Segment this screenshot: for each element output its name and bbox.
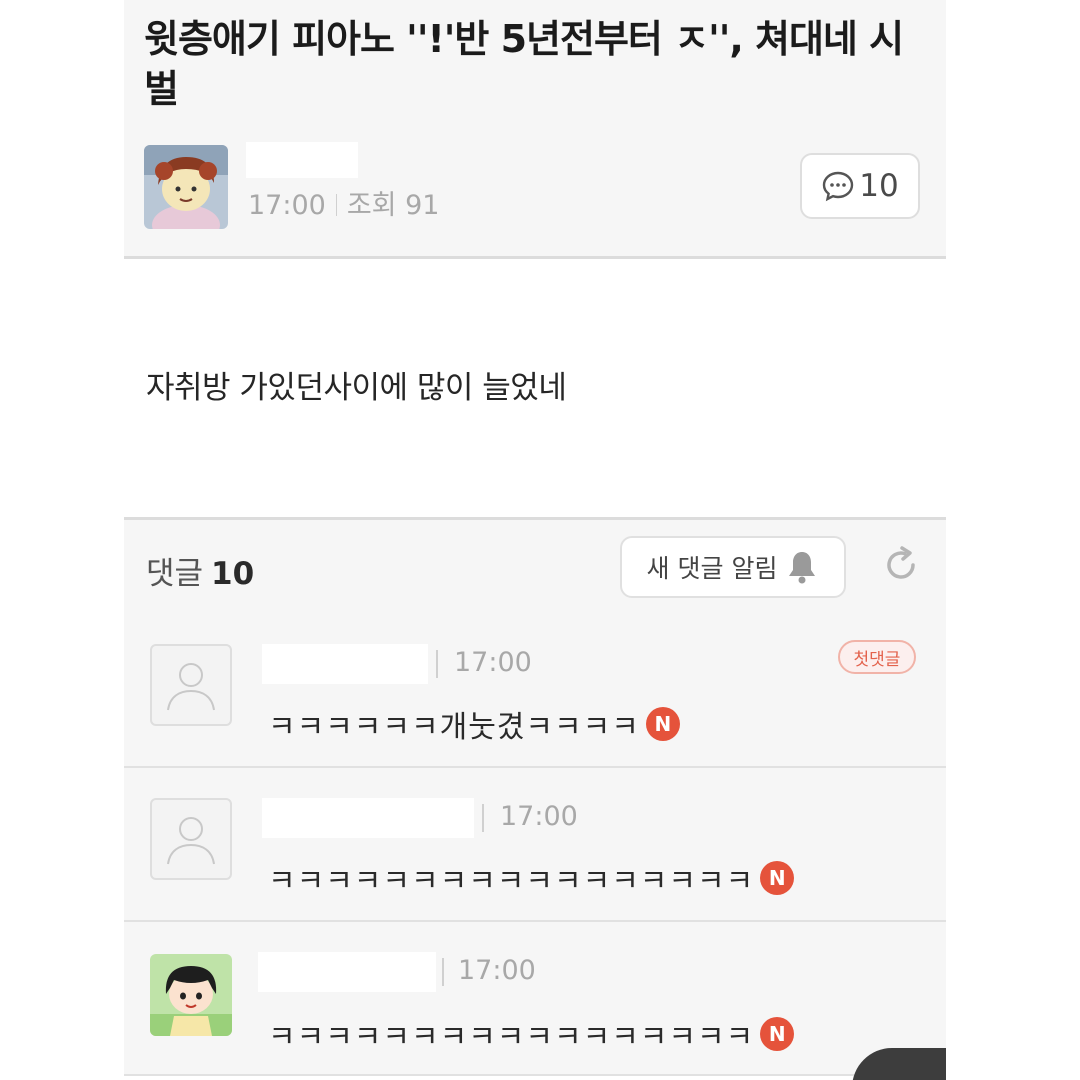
author-name-redacted (246, 142, 358, 178)
default-profile-icon[interactable] (150, 798, 232, 880)
meta-divider (335, 194, 337, 216)
comment-text: ㅋㅋㅋㅋㅋㅋㅋㅋㅋㅋㅋㅋㅋㅋㅋㅋㅋ N (268, 856, 795, 900)
post-time: 17:00 (248, 190, 326, 221)
comments-header: 댓글 10 새 댓글 알림 (124, 517, 946, 618)
bell-icon (789, 552, 816, 584)
comment-meta-divider (436, 650, 438, 678)
new-badge: N (760, 861, 795, 895)
header-divider (124, 256, 946, 259)
comment-text: ㅋㅋㅋㅋㅋㅋ개눗겼ㅋㅋㅋㅋ N (268, 702, 680, 746)
comment-count-button[interactable]: 10 (800, 153, 920, 219)
comment-body: ㅋㅋㅋㅋㅋㅋ개눗겼ㅋㅋㅋㅋ (268, 710, 640, 745)
comments-label: 댓글 (146, 556, 204, 592)
post-screen: 윗층애기 피아노 ''!'반 5년전부터 ㅈ'', 쳐대네 시벌 17:00 조회… (124, 0, 946, 1080)
comment-text: ㅋㅋㅋㅋㅋㅋㅋㅋㅋㅋㅋㅋㅋㅋㅋㅋㅋ N (268, 1012, 795, 1056)
first-comment-badge: 첫댓글 (838, 640, 916, 674)
girl-avatar-icon (150, 954, 232, 1036)
author-avatar[interactable] (144, 145, 228, 229)
person-outline-icon (167, 817, 215, 865)
commenter-name-redacted (258, 952, 436, 992)
comment-count: 10 (859, 168, 899, 204)
comment-item: 17:00 ㅋㅋㅋㅋㅋㅋㅋㅋㅋㅋㅋㅋㅋㅋㅋㅋㅋ N (124, 922, 946, 1076)
post-title: 윗층애기 피아노 ''!'반 5년전부터 ㅈ'', 쳐대네 시벌 (144, 17, 904, 111)
refresh-icon[interactable] (880, 544, 922, 586)
cartoon-avatar-icon[interactable] (150, 954, 232, 1036)
speech-bubble-icon (823, 171, 854, 202)
post-body: 자취방 가있던사이에 많이 늘었네 (146, 370, 567, 406)
commenter-name-redacted (262, 798, 474, 838)
comment-meta-divider (442, 958, 444, 986)
comment-body: ㅋㅋㅋㅋㅋㅋㅋㅋㅋㅋㅋㅋㅋㅋㅋㅋㅋ (268, 1020, 755, 1055)
notify-label: 새 댓글 알림 (646, 554, 778, 583)
default-profile-icon[interactable] (150, 644, 232, 726)
commenter-name-redacted (262, 644, 428, 684)
comment-time: 17:00 (500, 801, 578, 832)
new-comment-notify-button[interactable]: 새 댓글 알림 (620, 536, 846, 598)
new-badge: N (760, 1017, 795, 1051)
comments-title: 댓글 10 (146, 548, 254, 593)
comments-count: 10 (211, 556, 255, 592)
comment-item: 17:00 첫댓글 ㅋㅋㅋㅋㅋㅋ개눗겼ㅋㅋㅋㅋ N (124, 614, 946, 768)
comment-body: ㅋㅋㅋㅋㅋㅋㅋㅋㅋㅋㅋㅋㅋㅋㅋㅋㅋ (268, 864, 755, 899)
cartoon-avatar-icon (144, 145, 228, 229)
comment-time: 17:00 (454, 647, 532, 678)
post-meta: 17:00 조회 91 (248, 183, 439, 222)
post-header: 윗층애기 피아노 ''!'반 5년전부터 ㅈ'', 쳐대네 시벌 17:00 조회… (124, 0, 946, 257)
person-outline-icon (167, 663, 215, 711)
new-badge: N (645, 707, 680, 741)
comment-time: 17:00 (458, 955, 536, 986)
comment-meta-divider (482, 804, 484, 832)
post-views: 조회 91 (346, 190, 440, 221)
comment-item: 17:00 ㅋㅋㅋㅋㅋㅋㅋㅋㅋㅋㅋㅋㅋㅋㅋㅋㅋ N (124, 768, 946, 922)
